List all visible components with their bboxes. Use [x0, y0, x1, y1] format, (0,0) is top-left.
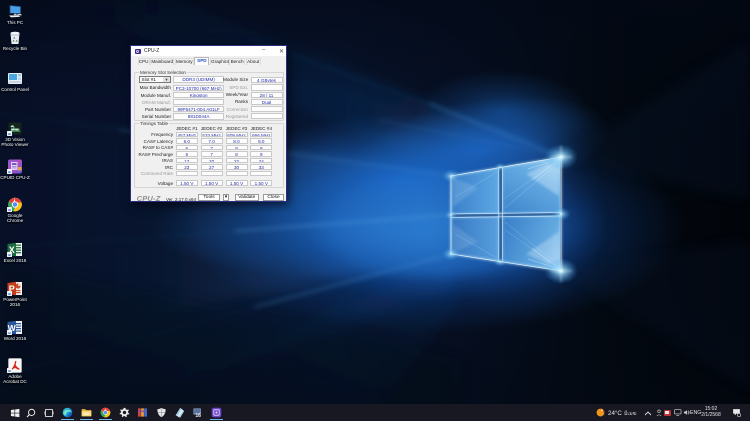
- svg-text:16: 16: [195, 413, 201, 418]
